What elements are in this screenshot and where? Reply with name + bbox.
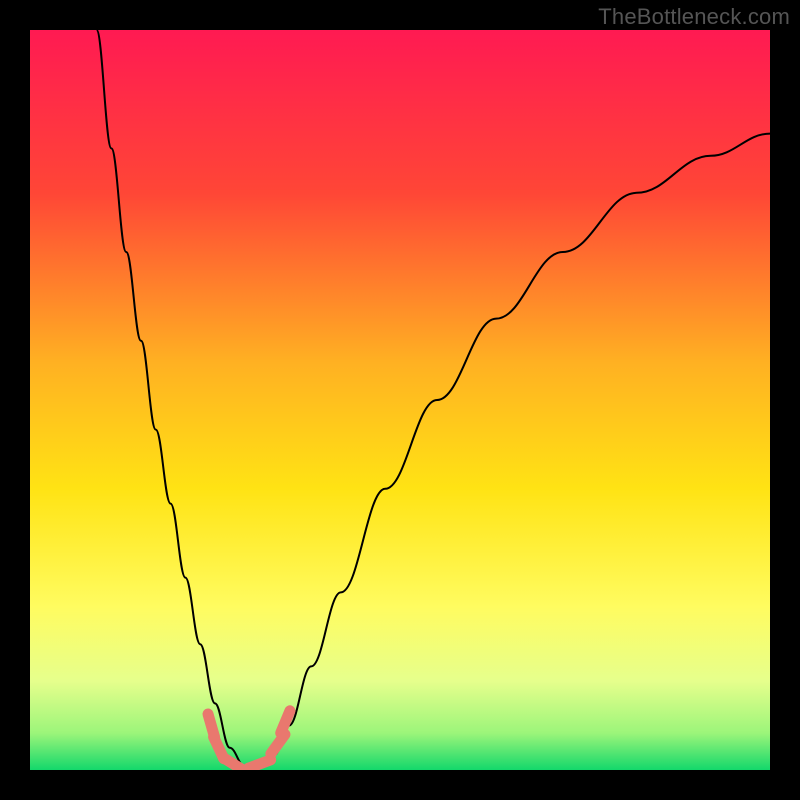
chart-svg bbox=[30, 30, 770, 770]
gradient-background bbox=[30, 30, 770, 770]
chart-container: TheBottleneck.com bbox=[0, 0, 800, 800]
watermark-text: TheBottleneck.com bbox=[598, 4, 790, 30]
plot-area bbox=[30, 30, 770, 770]
